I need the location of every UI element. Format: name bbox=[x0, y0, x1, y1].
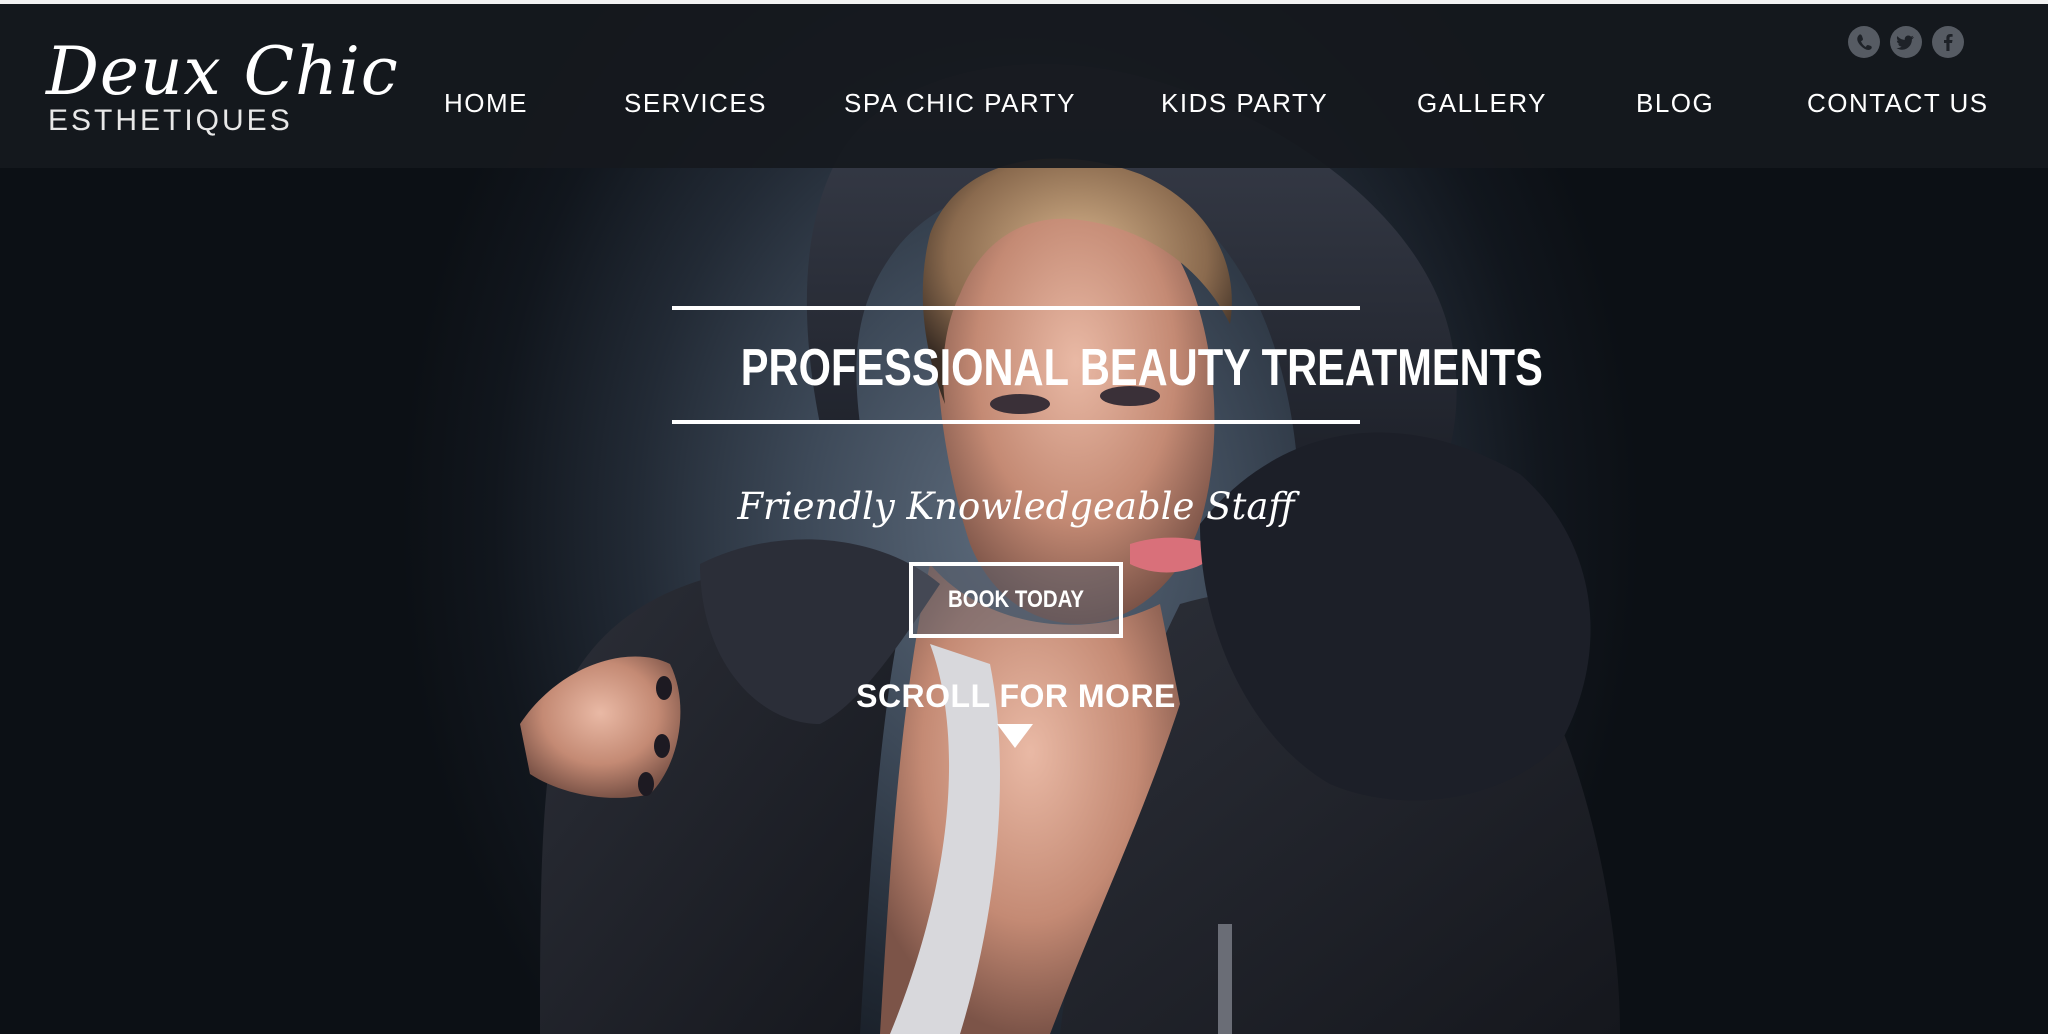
hero-subtitle: Friendly Knowledgeable Staff bbox=[737, 485, 1295, 528]
nav-item-contact-us[interactable]: CONTACT US bbox=[1807, 88, 1989, 119]
chevron-down-icon[interactable] bbox=[995, 722, 1035, 750]
title-top-rule bbox=[672, 306, 1360, 310]
main-nav: HOME SERVICES SPA CHIC PARTY KIDS PARTY … bbox=[0, 88, 2048, 124]
page: Deux Chic ESTHETIQUES HOME SERVICES SPA … bbox=[0, 0, 2048, 1034]
facebook-icon[interactable] bbox=[1932, 26, 1964, 58]
nav-item-kids-party[interactable]: KIDS PARTY bbox=[1161, 88, 1328, 119]
nav-item-home[interactable]: HOME bbox=[444, 88, 528, 119]
book-today-button[interactable]: BOOK TODAY bbox=[909, 562, 1123, 638]
site-header: Deux Chic ESTHETIQUES HOME SERVICES SPA … bbox=[0, 4, 2048, 168]
phone-icon[interactable] bbox=[1848, 26, 1880, 58]
nav-item-blog[interactable]: BLOG bbox=[1636, 88, 1714, 119]
title-bottom-rule bbox=[672, 420, 1360, 424]
book-today-label: BOOK TODAY bbox=[947, 586, 1085, 613]
twitter-icon[interactable] bbox=[1890, 26, 1922, 58]
scroll-for-more-link[interactable]: SCROLL FOR MORE bbox=[800, 674, 1232, 718]
nav-item-services[interactable]: SERVICES bbox=[624, 88, 767, 119]
nav-item-spa-chic-party[interactable]: SPA CHIC PARTY bbox=[844, 88, 1076, 119]
hero-title: PROFESSIONAL BEAUTY TREATMENTS bbox=[740, 339, 1543, 397]
nav-item-gallery[interactable]: GALLERY bbox=[1417, 88, 1547, 119]
social-links bbox=[1848, 26, 2028, 58]
